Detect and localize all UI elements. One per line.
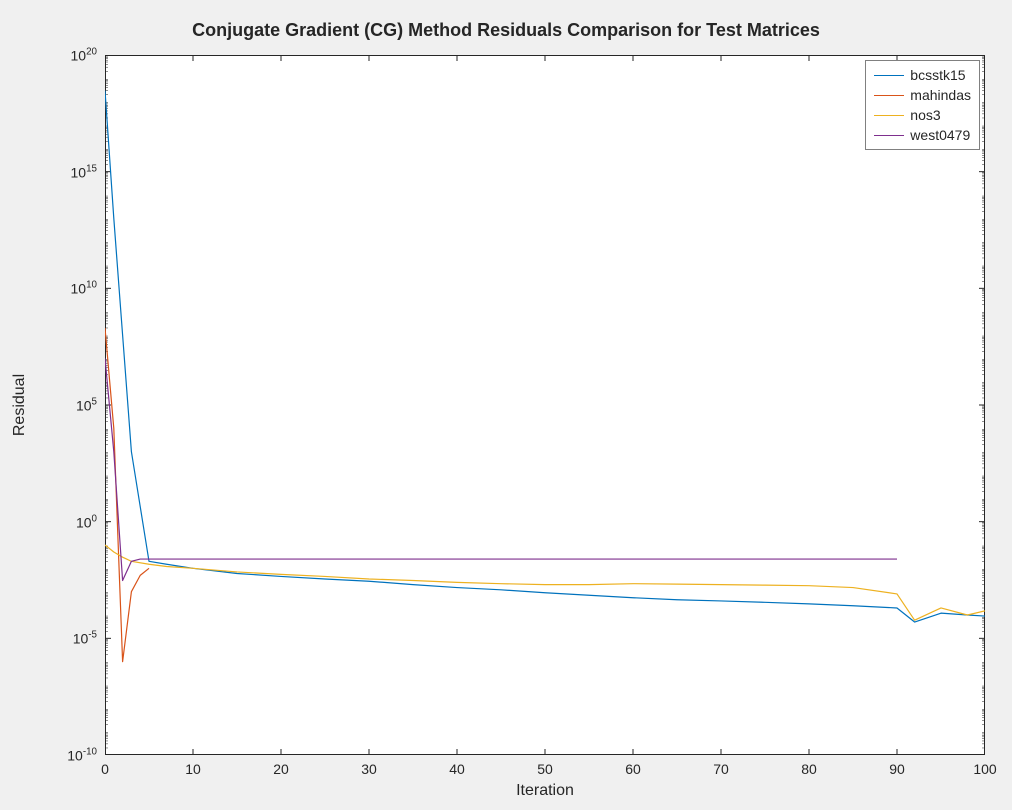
x-tick-label: 0 bbox=[85, 761, 125, 777]
series-line bbox=[105, 358, 897, 580]
series-line bbox=[105, 328, 149, 662]
legend-entry: mahindas bbox=[874, 85, 971, 105]
legend-label: mahindas bbox=[910, 87, 971, 103]
legend-label: west0479 bbox=[910, 127, 970, 143]
series-line bbox=[105, 91, 985, 622]
legend-swatch bbox=[874, 95, 904, 96]
x-tick-label: 60 bbox=[613, 761, 653, 777]
legend-entry: bcsstk15 bbox=[874, 65, 971, 85]
y-tick-label: 1015 bbox=[17, 163, 97, 180]
legend-label: nos3 bbox=[910, 107, 940, 123]
legend-swatch bbox=[874, 115, 904, 116]
chart-legend: bcsstk15 mahindas nos3 west0479 bbox=[865, 60, 980, 150]
legend-entry: west0479 bbox=[874, 125, 971, 145]
y-tick-label: 1010 bbox=[17, 280, 97, 297]
x-tick-label: 80 bbox=[789, 761, 829, 777]
legend-swatch bbox=[874, 75, 904, 76]
x-tick-label: 90 bbox=[877, 761, 917, 777]
x-tick-label: 20 bbox=[261, 761, 301, 777]
plot-area bbox=[105, 55, 985, 755]
chart-figure: Conjugate Gradient (CG) Method Residuals… bbox=[0, 0, 1012, 810]
y-tick-label: 10-10 bbox=[17, 747, 97, 764]
x-tick-label: 40 bbox=[437, 761, 477, 777]
legend-entry: nos3 bbox=[874, 105, 971, 125]
x-tick-label: 50 bbox=[525, 761, 565, 777]
legend-swatch bbox=[874, 135, 904, 136]
x-tick-label: 10 bbox=[173, 761, 213, 777]
x-tick-label: 30 bbox=[349, 761, 389, 777]
y-tick-label: 105 bbox=[17, 397, 97, 414]
chart-title: Conjugate Gradient (CG) Method Residuals… bbox=[0, 20, 1012, 41]
legend-label: bcsstk15 bbox=[910, 67, 965, 83]
x-tick-label: 100 bbox=[965, 761, 1005, 777]
x-tick-label: 70 bbox=[701, 761, 741, 777]
x-axis-label: Iteration bbox=[516, 782, 574, 800]
y-tick-label: 10-5 bbox=[17, 630, 97, 647]
y-tick-label: 100 bbox=[17, 513, 97, 530]
series-line bbox=[105, 545, 985, 620]
y-tick-label: 1020 bbox=[17, 47, 97, 64]
chart-axes bbox=[105, 55, 985, 755]
